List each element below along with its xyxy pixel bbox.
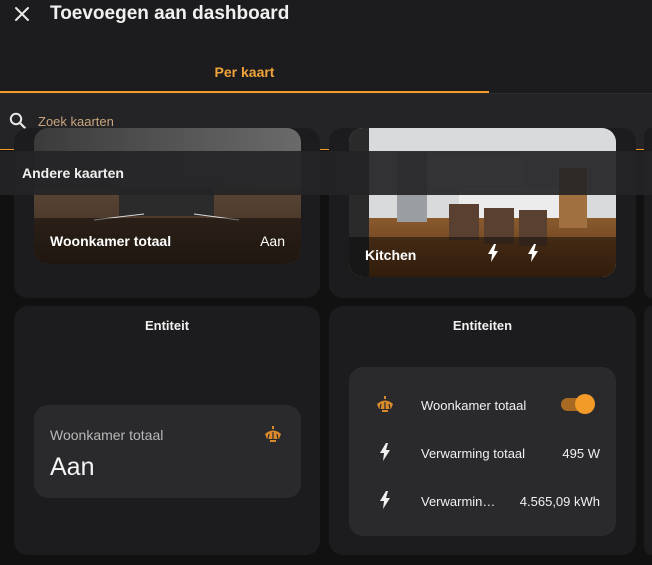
entity-row-name[interactable]: Woonkamer totaal (421, 398, 526, 413)
picture-glance-name: Kitchen (365, 247, 417, 263)
tab-per-card[interactable]: Per kaart (0, 50, 489, 94)
entity-row-value: 495 W (562, 446, 600, 461)
ceiling-light-icon (265, 426, 281, 442)
card-title: Entiteit (144, 318, 190, 333)
entity-toggle[interactable] (559, 394, 595, 414)
flash-icon[interactable] (486, 243, 500, 263)
close-icon (15, 7, 29, 21)
card-partial-right[interactable] (644, 306, 652, 555)
flash-icon (380, 443, 390, 461)
card-entities[interactable]: Entiteiten Woonkamer totaal Verwarming t… (329, 306, 636, 555)
flash-icon[interactable] (526, 243, 540, 263)
entity-name: Woonkamer totaal (50, 427, 164, 443)
dialog-header: Toevoegen aan dashboard Per kaart (0, 0, 652, 94)
flash-icon (380, 491, 390, 509)
dialog-title: Toevoegen aan dashboard (50, 3, 290, 24)
entity-row-value: 4.565,09 kWh (519, 494, 600, 509)
picture-entity-name: Woonkamer totaal (50, 233, 172, 249)
entity-tile[interactable]: Woonkamer totaal Aan (34, 405, 301, 498)
entities-list: Woonkamer totaal Verwarming totaal 495 W… (349, 367, 616, 536)
entity-state: Aan (50, 453, 95, 481)
card-entity[interactable]: Entiteit Woonkamer totaal Aan (14, 306, 320, 555)
close-button[interactable] (8, 0, 36, 28)
toggle-knob (575, 394, 595, 414)
entity-row-name[interactable]: Verwarming totaal (421, 446, 525, 461)
section-title: Andere kaarten (22, 165, 124, 181)
card-title: Entiteiten (452, 318, 513, 333)
living-room-picture: Woonkamer totaal Aan (34, 128, 301, 264)
entity-row-name[interactable]: Verwarmin… (421, 494, 495, 509)
section-header: Andere kaarten (0, 151, 652, 195)
ceiling-light-icon (377, 396, 393, 412)
picture-entity-state: Aan (260, 233, 285, 249)
